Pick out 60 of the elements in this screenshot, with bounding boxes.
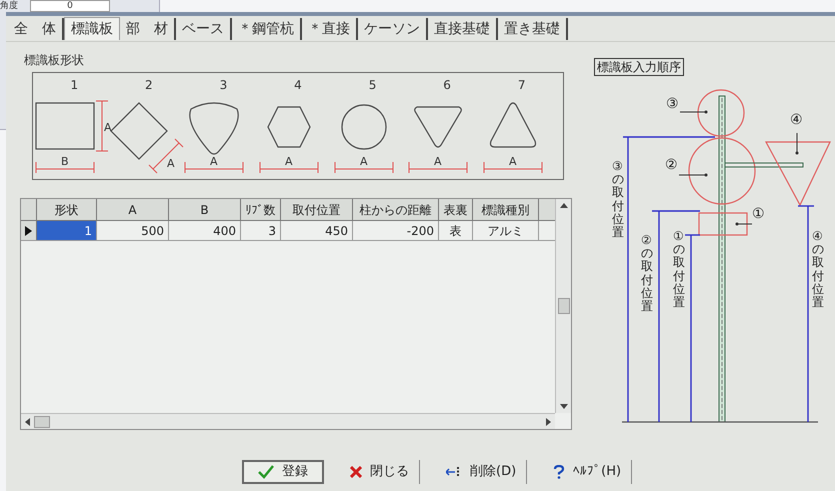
column-header[interactable]: 形状 [37, 199, 97, 220]
shape-number: 7 [518, 77, 526, 93]
shape-number: 5 [368, 77, 376, 93]
shape-number: 2 [145, 77, 153, 93]
marker-label: ③ [666, 96, 679, 112]
column-header[interactable]: 柱からの距離 [353, 199, 439, 220]
column-header[interactable]: B [169, 199, 241, 220]
tab[interactable]: ケーソン [358, 18, 428, 40]
position-label: ③の取付位置 [612, 160, 624, 240]
scroll-up-icon[interactable] [560, 203, 568, 208]
table-cell: 3 [241, 221, 281, 240]
tab[interactable]: 置き基礎 [498, 18, 568, 40]
shape-number: 3 [220, 77, 228, 93]
column-header[interactable]: 表裏 [439, 199, 473, 220]
position-label: ④の取付位置 [812, 230, 824, 310]
value-field[interactable]: 0 [30, 0, 110, 12]
table-cell: 400 [169, 221, 241, 240]
scroll-left-icon[interactable] [25, 418, 30, 426]
vertical-scrollbar[interactable] [555, 199, 571, 413]
tab[interactable]: ＊直接 [302, 18, 358, 40]
check-icon [258, 465, 274, 479]
scroll-thumb[interactable] [34, 416, 50, 428]
position-label: ①の取付位置 [673, 230, 685, 310]
marker-label: ④ [790, 112, 803, 128]
horizontal-scrollbar[interactable] [21, 413, 555, 429]
tab[interactable]: 部 材 [120, 18, 176, 40]
field-label: 角度 [0, 0, 19, 12]
table-cell: 1 [37, 221, 97, 240]
marker-label: ① [752, 206, 765, 222]
close-icon [350, 466, 362, 478]
table-cell: 450 [281, 221, 353, 240]
shape-number: 6 [443, 77, 451, 93]
tab[interactable]: ＊鋼管杭 [232, 18, 302, 40]
tab[interactable]: 標識板 [64, 17, 120, 40]
help-icon [553, 465, 566, 479]
group-title: 標識板形状 [24, 52, 85, 68]
shape-number: 4 [294, 77, 302, 93]
diagram-title: 標識板入力順序 [594, 58, 684, 76]
marker-label: ② [665, 157, 678, 173]
table-cell: -200 [353, 221, 439, 240]
scroll-right-icon[interactable] [546, 418, 551, 426]
delete-rows-icon [446, 466, 462, 478]
help-button[interactable]: ﾍﾙﾌﾟ(H) [543, 460, 632, 484]
column-header[interactable]: 取付位置 [281, 199, 353, 220]
scroll-down-icon[interactable] [560, 404, 568, 409]
column-header[interactable]: A [97, 199, 169, 220]
table-cell: 500 [97, 221, 169, 240]
tab[interactable]: 直接基礎 [428, 18, 498, 40]
scroll-thumb[interactable] [558, 298, 570, 314]
shape-number: 1 [70, 77, 78, 93]
table-cell: 表 [439, 221, 473, 240]
delete-button[interactable]: 削除(D) [436, 460, 528, 484]
register-button[interactable]: 登録 [242, 460, 324, 484]
table-cell: アルミ [473, 221, 539, 240]
tab[interactable]: ベース [176, 18, 232, 40]
column-header[interactable]: ﾘﾌﾞ数 [241, 199, 281, 220]
rectangle-sign-drawing: B A [30, 93, 118, 179]
position-label: ②の取付位置 [641, 234, 653, 314]
column-header[interactable]: 標識種別 [473, 199, 539, 220]
close-button[interactable]: 閉じる [340, 460, 420, 484]
